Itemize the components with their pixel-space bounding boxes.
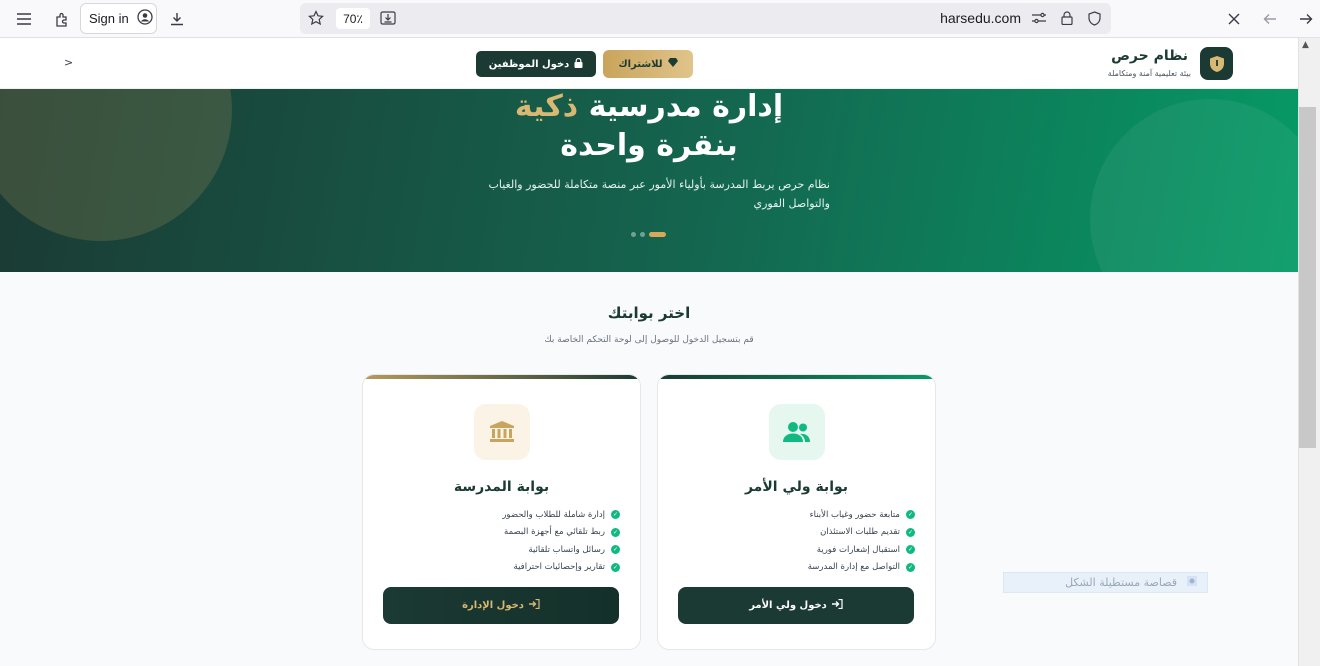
browser-toolbar: Sign in 70٪ harsedu.com [0, 0, 1320, 38]
check-icon: ✓ [611, 527, 620, 537]
card-accent-bar [363, 375, 640, 379]
list-item: ✓ رسائل واتساب تلقائية [502, 541, 620, 559]
scroll-up-icon[interactable]: ▲ [1302, 40, 1309, 50]
shield-icon[interactable] [1085, 9, 1103, 27]
list-item: ✓ ربط تلقائي مع أجهزة البصمة [502, 524, 620, 542]
url-domain: harsedu.com [940, 10, 1021, 26]
users-icon [769, 404, 825, 460]
staff-login-label: دخول الموظفين [488, 58, 570, 70]
brand-tagline: بيئة تعليمية آمنة ومتكاملة [1107, 69, 1191, 78]
parent-login-label: دخول ولي الأمر [749, 600, 827, 611]
parent-portal-title: بوابة ولي الأمر [744, 479, 849, 495]
section-subtitle: قم بتسجيل الدخول للوصول إلى لوحة التحكم … [544, 335, 754, 345]
carousel-dot-active[interactable] [649, 232, 666, 237]
check-icon: ✓ [611, 510, 620, 520]
snippet-label: قصاصة مستطيلة الشكل [1065, 576, 1177, 589]
list-item: ✓ التواصل مع إدارة المدرسة [808, 559, 915, 577]
school-building-icon [474, 404, 530, 460]
site-header: نظام حرص بيئة تعليمية آمنة ومتكاملة للاش… [0, 38, 1298, 89]
scrollbar-thumb[interactable] [1299, 107, 1316, 448]
brand-name: نظام حرص [1111, 48, 1188, 64]
hero-description: نظام حرص يربط المدرسة بأولياء الأمور عبر… [488, 178, 830, 210]
sign-in-button[interactable]: Sign in [80, 3, 157, 34]
feature-text: ربط تلقائي مع أجهزة البصمة [504, 527, 605, 538]
page-download-icon[interactable] [379, 9, 397, 27]
snippet-widget[interactable]: قصاصة مستطيلة الشكل [1003, 572, 1208, 593]
list-item: ✓ تقديم طلبات الاستئذان [808, 524, 915, 542]
feature-text: متابعة حضور وغياب الأبناء [809, 509, 900, 520]
hero-title-line2: بنقرة واحدة [560, 128, 738, 163]
back-arrow-icon[interactable] [1257, 6, 1283, 32]
list-item: ✓ متابعة حضور وغياب الأبناء [808, 506, 915, 524]
lock-icon[interactable] [1058, 9, 1076, 27]
brand-logo[interactable] [1200, 47, 1233, 80]
close-icon[interactable] [1221, 6, 1247, 32]
snippet-icon [1187, 576, 1197, 589]
subscribe-button[interactable]: للاشتراك [603, 50, 693, 78]
hero-title-line1: إدارة مدرسية ذكية [0, 89, 1298, 124]
check-icon: ✓ [906, 545, 915, 555]
extensions-icon[interactable] [48, 6, 74, 32]
list-item: ✓ تقارير وإحصائيات احترافية [502, 559, 620, 577]
chevron-icon[interactable]: > [64, 56, 73, 69]
carousel-dot[interactable] [640, 232, 645, 237]
admin-login-label: دخول الإدارة [462, 600, 524, 611]
diamond-icon [667, 58, 678, 70]
check-icon: ✓ [906, 510, 915, 520]
carousel-dots [631, 232, 666, 237]
hero-decoration [1090, 99, 1298, 272]
admin-login-button[interactable]: دخول الإدارة [383, 587, 619, 624]
lock-icon [574, 57, 583, 71]
check-icon: ✓ [611, 562, 620, 572]
menu-icon[interactable] [11, 6, 37, 32]
zoom-level[interactable]: 70٪ [336, 8, 370, 29]
list-item: ✓ استقبال إشعارات فورية [808, 541, 915, 559]
hero-title-text: إدارة مدرسية [588, 89, 784, 124]
parent-feature-list: ✓ متابعة حضور وغياب الأبناء ✓ تقديم طلبات … [808, 506, 915, 576]
login-icon [528, 598, 540, 612]
feature-text: استقبال إشعارات فورية [816, 544, 900, 555]
hero-title-highlight: ذكية [514, 89, 579, 124]
sign-in-label: Sign in [89, 11, 129, 26]
feature-text: تقديم طلبات الاستئذان [820, 527, 900, 538]
feature-text: تقارير وإحصائيات احترافية [513, 562, 605, 573]
school-portal-card: بوابة المدرسة ✓ إدارة شاملة للطلاب والحضو… [362, 374, 641, 650]
section-title: اختر بوابتك [607, 304, 691, 322]
forward-arrow-icon[interactable] [1293, 6, 1319, 32]
card-accent-bar [658, 375, 935, 379]
carousel-dot[interactable] [631, 232, 636, 237]
check-icon: ✓ [906, 527, 915, 537]
parent-login-button[interactable]: دخول ولي الأمر [678, 587, 914, 624]
check-icon: ✓ [611, 545, 620, 555]
list-item: ✓ إدارة شاملة للطلاب والحضور [502, 506, 620, 524]
login-icon [831, 598, 843, 612]
hero-banner: إدارة مدرسية ذكية بنقرة واحدة نظام حرص ي… [0, 89, 1298, 272]
brand-shield-icon [1209, 55, 1224, 72]
feature-text: إدارة شاملة للطلاب والحضور [502, 509, 605, 520]
school-feature-list: ✓ إدارة شاملة للطلاب والحضور ✓ ربط تلقائي … [502, 506, 620, 576]
account-icon [137, 9, 153, 28]
downloads-icon[interactable] [164, 6, 190, 32]
parent-portal-card: بوابة ولي الأمر ✓ متابعة حضور وغياب الأبن… [657, 374, 936, 650]
school-portal-title: بوابة المدرسة [453, 479, 550, 495]
subscribe-label: للاشتراك [618, 58, 663, 70]
check-icon: ✓ [906, 562, 915, 572]
bookmark-star-icon[interactable] [307, 9, 325, 27]
url-bar[interactable]: 70٪ harsedu.com [300, 3, 1111, 34]
staff-login-button[interactable]: دخول الموظفين [476, 51, 596, 77]
permissions-icon[interactable] [1030, 9, 1048, 27]
feature-text: رسائل واتساب تلقائية [528, 544, 605, 555]
feature-text: التواصل مع إدارة المدرسة [807, 562, 900, 573]
